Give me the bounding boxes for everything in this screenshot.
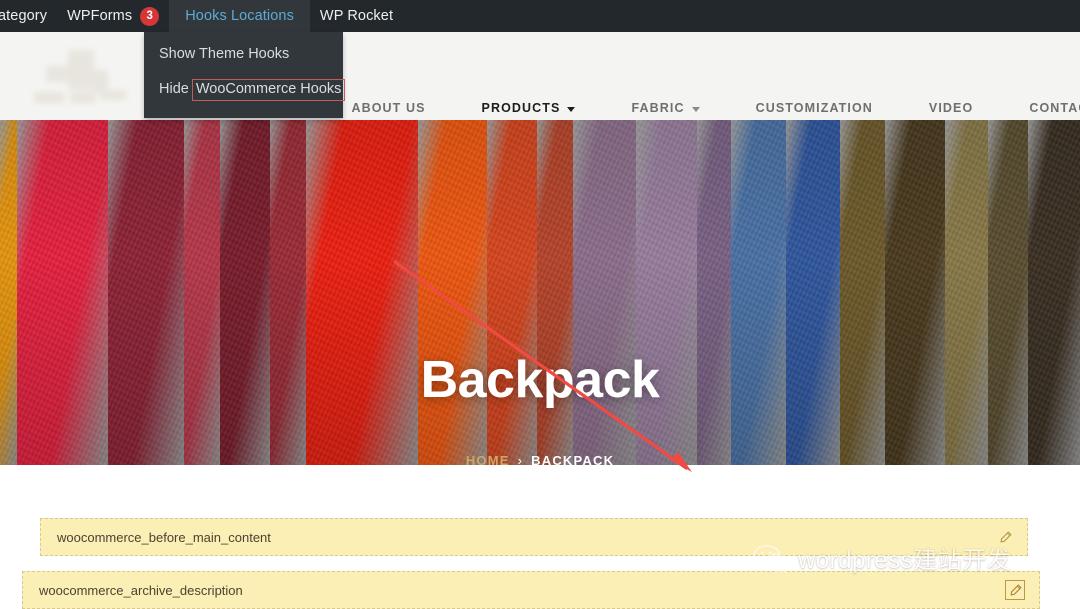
chevron-down-icon — [691, 106, 700, 112]
pencil-icon[interactable] — [1005, 580, 1025, 600]
hook-label: woocommerce_before_main_content — [57, 529, 271, 545]
nav-item-fabric[interactable]: FABRIC — [603, 101, 727, 115]
hook-bar[interactable]: woocommerce_before_main_content — [40, 518, 1028, 556]
nav-item-label: CUSTOMIZATION — [755, 101, 873, 115]
hook-bar[interactable]: woocommerce_archive_description — [22, 571, 1040, 609]
wp-admin-bar: ategory WPForms 3 Hooks Locations WP Rocket — [0, 0, 1080, 32]
nav-item-contact[interactable]: CONTACT — [1001, 101, 1080, 115]
dropdown-item-label: Show Theme Hooks — [159, 46, 290, 62]
nav-item-products[interactable]: PRODUCTS — [454, 101, 604, 115]
nav-item-label: FABRIC — [631, 101, 685, 115]
admin-bar-item-label: Hooks Locations — [185, 8, 294, 24]
page-title: Backpack — [420, 351, 660, 409]
admin-bar-item-hooks-locations[interactable]: Hooks Locations — [169, 0, 310, 32]
hero-overlay — [0, 120, 1080, 465]
nav-item-label: CONTACT — [1029, 101, 1080, 115]
admin-bar-item-label: WP Rocket — [319, 8, 394, 24]
admin-bar-item-wp-rocket[interactable]: WP Rocket — [310, 0, 403, 32]
admin-bar-item-label: ategory — [0, 8, 48, 24]
nav-item-label: VIDEO — [928, 101, 974, 115]
nav-item-label: ABOUT US — [351, 101, 426, 115]
pencil-icon[interactable] — [995, 527, 1015, 547]
admin-bar-item-label: WPForms — [67, 8, 133, 24]
site-logo[interactable] — [30, 44, 140, 110]
breadcrumb-separator-icon: › — [517, 453, 524, 465]
nav-item-customization[interactable]: CUSTOMIZATION — [728, 101, 901, 115]
dropdown-item-highlight: WooCommerce Hooks — [191, 78, 346, 102]
breadcrumb-home-link[interactable]: HOME — [466, 453, 510, 465]
dropdown-item-show-theme-hooks[interactable]: Show Theme Hooks — [144, 38, 343, 72]
dropdown-item-hide[interactable]: Hide WooCommerce Hooks — [144, 72, 346, 109]
breadcrumb: HOME › BACKPACK — [0, 453, 1080, 465]
admin-bar-item-wpforms[interactable]: WPForms 3 — [57, 0, 169, 32]
notification-badge: 3 — [140, 6, 160, 26]
nav-item-video[interactable]: VIDEO — [901, 101, 1001, 115]
hero-banner: Backpack HOME › BACKPACK — [0, 120, 1080, 465]
hook-label: woocommerce_archive_description — [39, 582, 243, 598]
nav-item-label: PRODUCTS — [481, 101, 561, 115]
breadcrumb-current: BACKPACK — [531, 453, 615, 465]
admin-bar-item-ategory[interactable]: ategory — [0, 0, 57, 32]
hooks-locations-dropdown: Show Theme Hooks Hide WooCommerce Hooks — [144, 32, 346, 119]
main-navigation: EABOUT USPRODUCTSFABRICCUSTOMIZATIONVIDE… — [300, 64, 1080, 152]
chevron-down-icon — [567, 106, 576, 112]
dropdown-item-label: Hide — [159, 80, 189, 97]
